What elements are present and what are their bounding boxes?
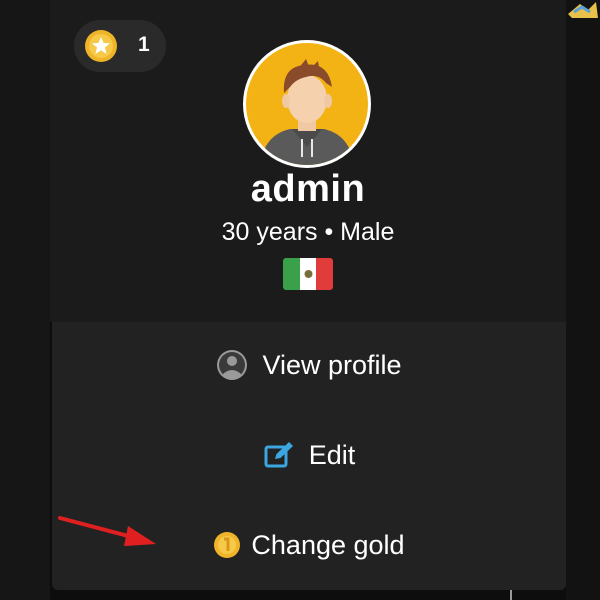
user-circle-icon [217,350,248,380]
page: 1 admin 30 years • Male View profile Edi… [0,0,600,600]
left-background [0,0,50,600]
username: admin [250,168,366,210]
mexico-flag-icon [283,258,333,290]
edit-icon [264,442,293,468]
level-badge[interactable]: 1 [74,20,166,72]
avatar[interactable] [243,40,371,168]
edit-label: Edit [308,439,356,470]
flag-stripe-red [316,258,333,290]
corner-decoration-icon [568,2,598,18]
flag-stripe-white [299,258,317,290]
gold-coin-icon [214,532,241,558]
change-gold-label: Change gold [251,529,405,560]
view-profile-label: View profile [262,349,402,380]
level-count: 1 [138,33,150,56]
annotation-arrow-icon [58,516,156,546]
edit-button[interactable]: Edit [52,420,566,490]
profile-menu: View profile Edit Change gold [52,322,566,590]
star-medal-icon [85,30,117,62]
right-background [566,0,600,600]
profile-card: 1 admin 30 years • Male [50,0,566,322]
view-profile-button[interactable]: View profile [52,330,566,400]
user-age-gender: 30 years • Male [221,218,395,246]
flag-stripe-green [283,258,300,290]
avatar-illustration [246,43,368,165]
